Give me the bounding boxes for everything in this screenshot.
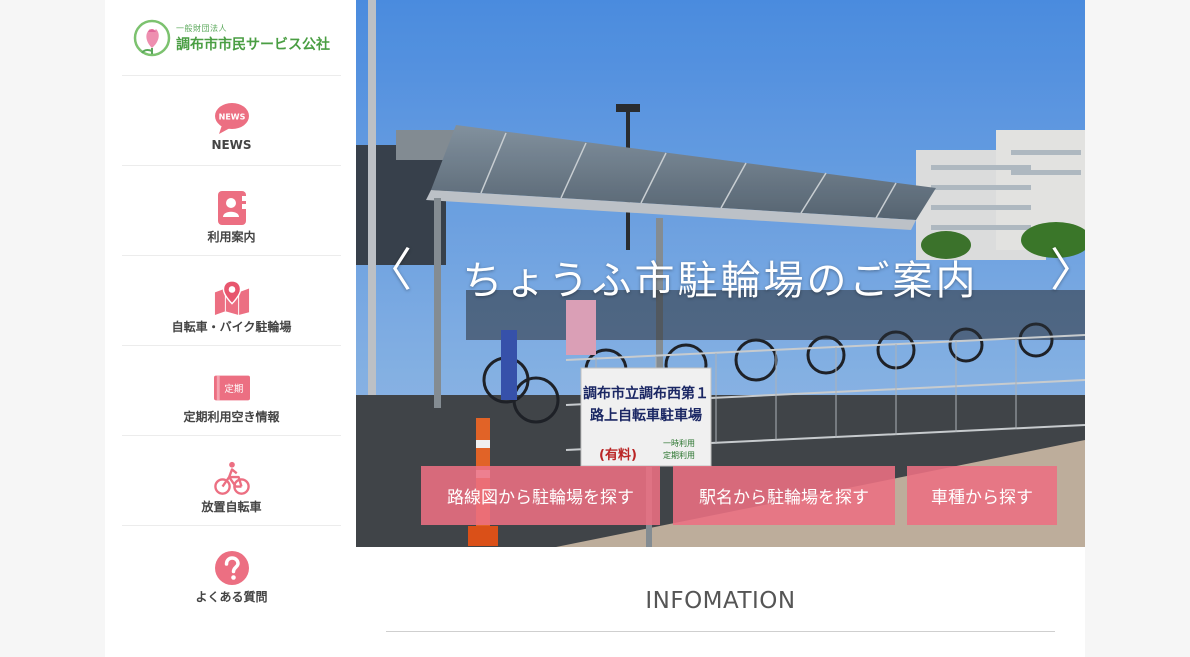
sidebar-item-label: 利用案内: [207, 230, 256, 244]
search-by-vehicle-type-button[interactable]: 車種から探す: [907, 466, 1057, 525]
page: 一般財団法人 調布市市民サービス公社 NEWS NEWS 利用案内 自転車・バイ…: [105, 0, 1085, 657]
hero-title: ちょうふ市駐輪場のご案内: [462, 258, 979, 304]
information-heading: INFOMATION: [645, 588, 796, 614]
hero-slider[interactable]: 調布市立調布西第１ 路上自転車駐車場 (有料) 一時利用 定期利用 ちょうふ市駐…: [356, 0, 1085, 547]
slider-prev-button[interactable]: 〈: [366, 246, 412, 294]
bicycle-icon: [213, 460, 250, 496]
slider-next-button[interactable]: 〉: [1050, 246, 1085, 294]
svg-text:NEWS: NEWS: [218, 113, 245, 122]
svg-text:定期: 定期: [224, 383, 243, 395]
sidebar-item-label: 放置自転車: [201, 500, 262, 514]
sidebar-item-teiki[interactable]: 定期 定期利用空き情報: [122, 346, 341, 435]
logo-org-type: 一般財団法人: [176, 23, 227, 33]
sidebar-item-label: よくある質問: [195, 590, 268, 604]
question-icon: [214, 550, 250, 586]
sidebar-item-parking[interactable]: 自転車・バイク駐輪場: [122, 256, 341, 345]
site-logo[interactable]: 一般財団法人 調布市市民サービス公社: [132, 14, 332, 62]
sidebar-item-abandoned-bikes[interactable]: 放置自転車: [122, 436, 341, 525]
map-pin-icon: [214, 280, 250, 316]
sidebar-item-label: 定期利用空き情報: [183, 410, 280, 424]
sidebar: 一般財団法人 調布市市民サービス公社 NEWS NEWS 利用案内 自転車・バイ…: [105, 0, 356, 657]
search-by-station-button[interactable]: 駅名から駐輪場を探す: [673, 466, 895, 525]
news-bubble-icon: NEWS: [214, 100, 250, 136]
sidebar-item-faq[interactable]: よくある質問: [122, 526, 341, 615]
teiki-badge-icon: 定期: [213, 370, 250, 406]
sidebar-item-label: NEWS: [211, 138, 252, 152]
guide-book-icon: [214, 190, 250, 226]
logo-org-name: 調布市市民サービス公社: [176, 36, 330, 53]
search-by-route-map-button[interactable]: 路線図から駐輪場を探す: [421, 466, 660, 525]
sidebar-item-label: 自転車・バイク駐輪場: [171, 320, 292, 334]
sidebar-item-news[interactable]: NEWS NEWS: [122, 76, 341, 165]
information-divider: [386, 631, 1055, 632]
flower-logo-icon: [133, 19, 171, 57]
sidebar-item-guide[interactable]: 利用案内: [122, 166, 341, 255]
